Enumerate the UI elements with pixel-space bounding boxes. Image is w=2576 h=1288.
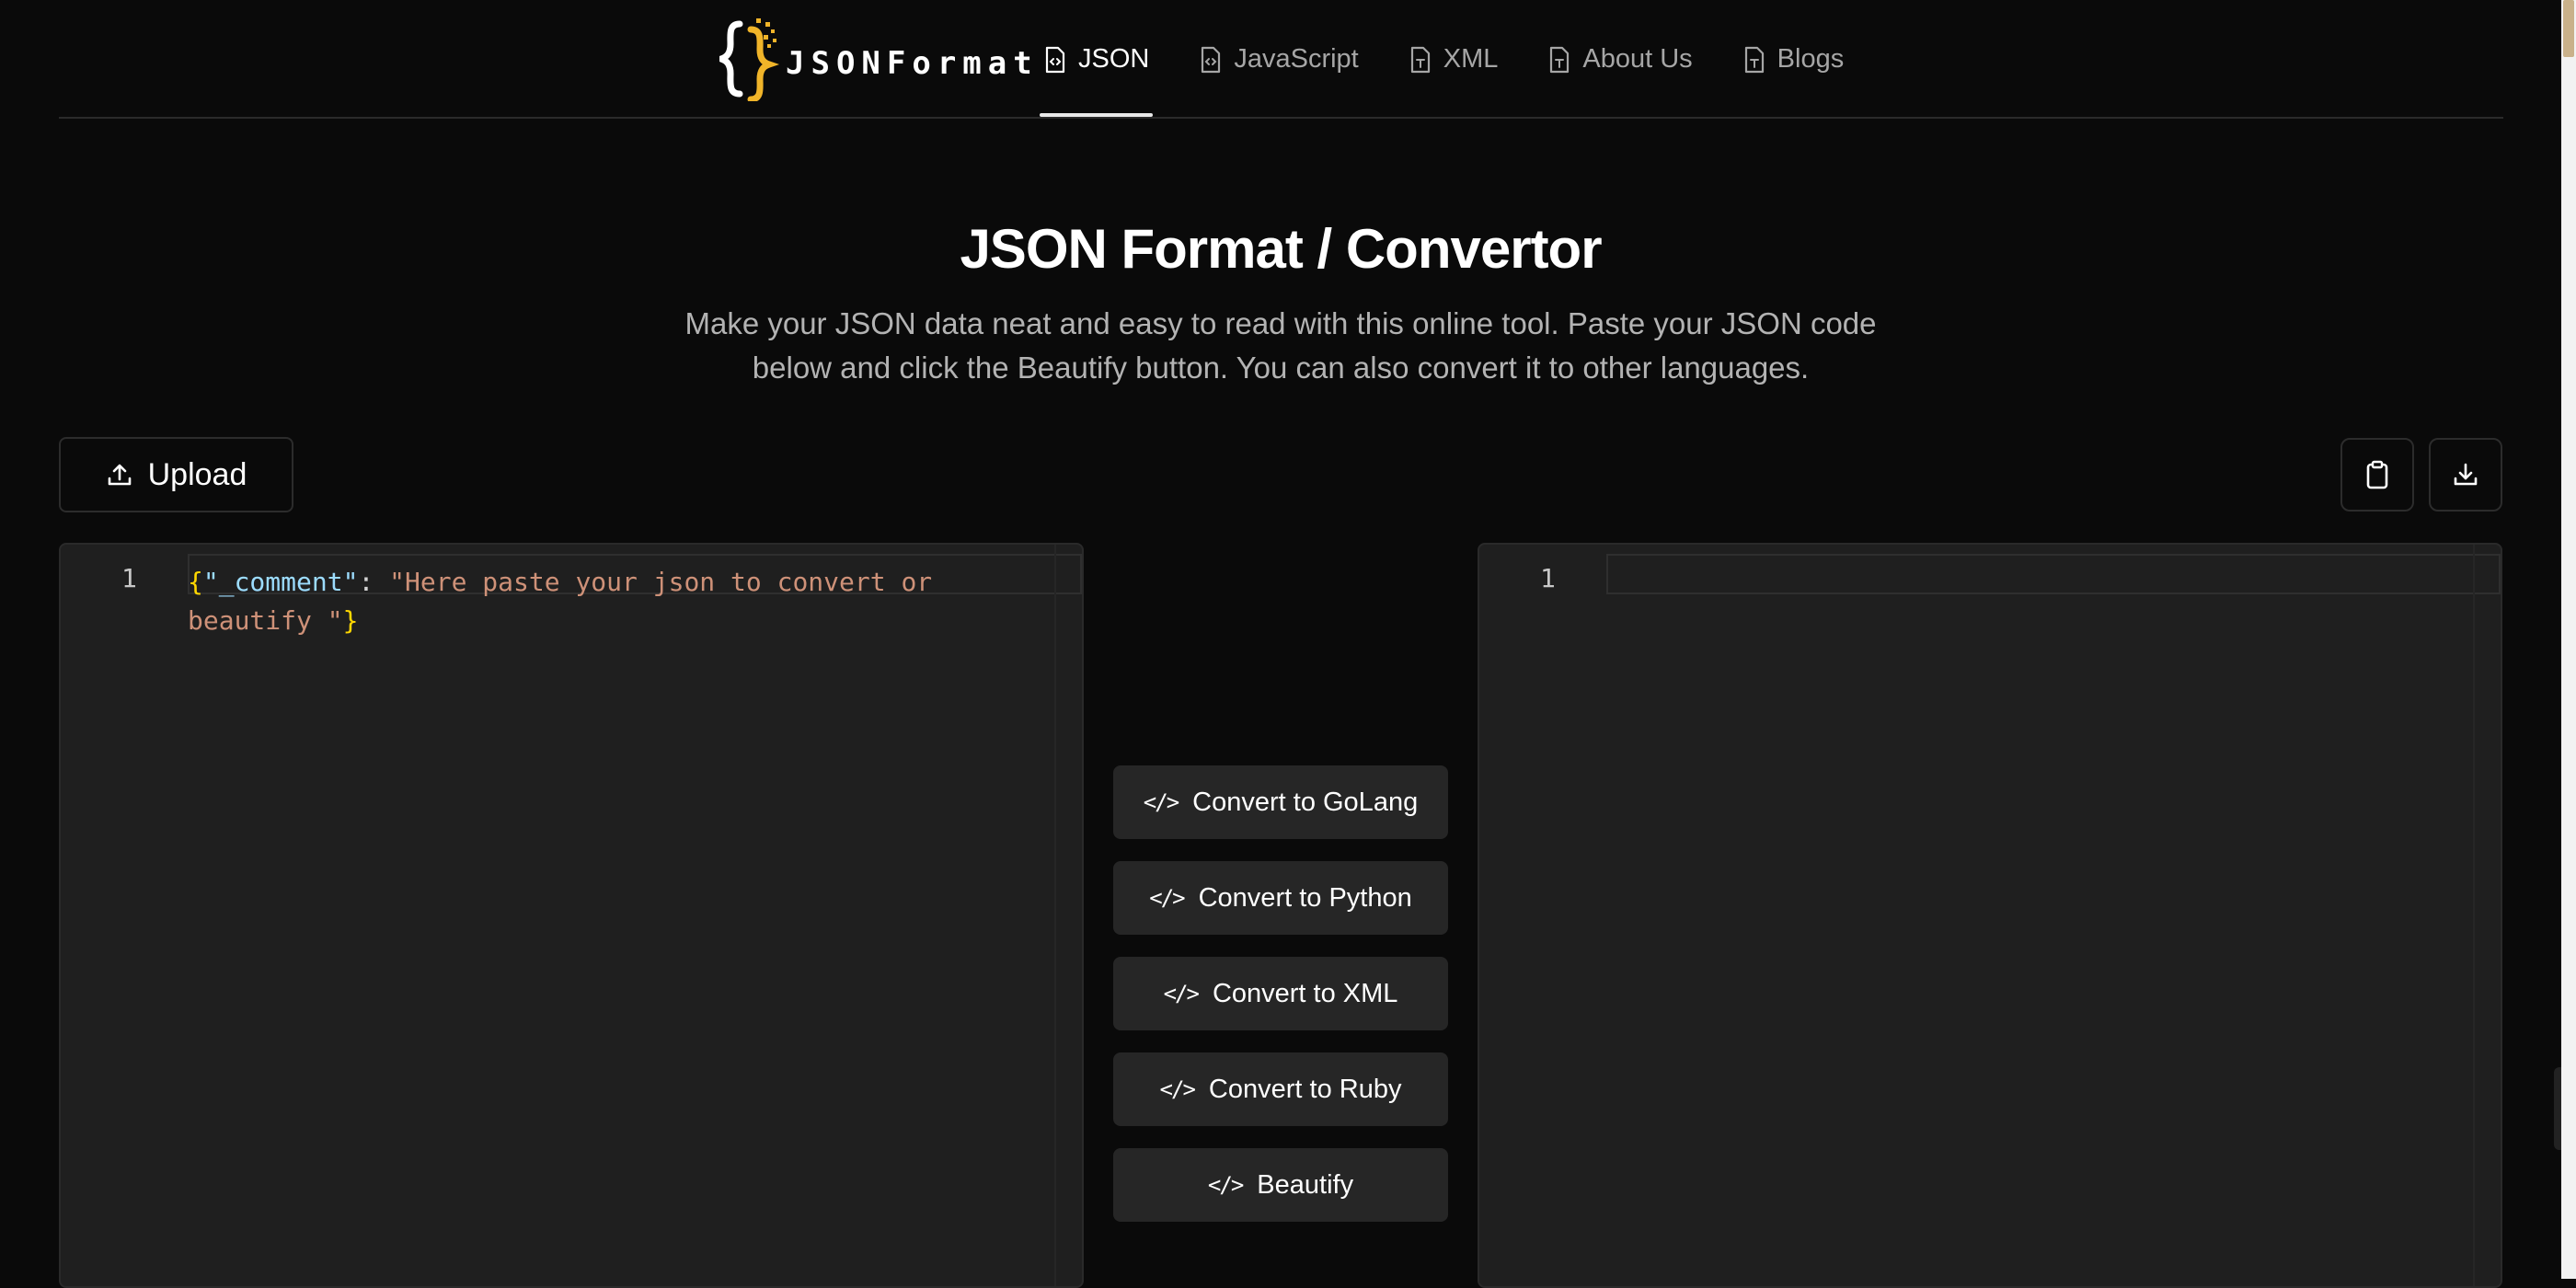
nav-about-us[interactable]: About Us — [1544, 0, 1696, 119]
logo-braces-icon — [719, 18, 780, 101]
code-open-brace: { — [188, 567, 203, 597]
input-editor[interactable]: 1 {"_comment": "Here paste your json to … — [59, 543, 1084, 1288]
button-label: Convert to Python — [1198, 882, 1412, 913]
page-scrollbar[interactable] — [2561, 0, 2576, 1279]
nav-json[interactable]: JSON — [1040, 0, 1154, 119]
download-icon — [2454, 463, 2478, 486]
file-text-icon — [1744, 46, 1764, 73]
code-icon: </> — [1159, 1076, 1196, 1102]
upload-label: Upload — [147, 456, 247, 492]
code-colon: : — [358, 567, 390, 597]
code-icon: </> — [1149, 885, 1185, 911]
convert-python-button[interactable]: </> Convert to Python — [1113, 861, 1448, 935]
nav-blogs[interactable]: Blogs — [1739, 0, 1848, 119]
line-number: 1 — [121, 563, 137, 593]
site-header: JSONFormat JSON JavaScript XML About Us … — [59, 0, 2503, 119]
input-code[interactable]: {"_comment": "Here paste your json to co… — [188, 563, 1016, 640]
nav-label: Blogs — [1777, 44, 1845, 74]
site-logo[interactable]: JSONFormat — [719, 17, 1039, 101]
beautify-button[interactable]: </> Beautify — [1113, 1148, 1448, 1222]
code-close-brace: } — [342, 605, 359, 636]
nav-xml[interactable]: XML — [1405, 0, 1502, 119]
nav-javascript[interactable]: JavaScript — [1195, 0, 1362, 119]
clipboard-icon — [2366, 460, 2388, 489]
nav-label: JavaScript — [1234, 44, 1359, 74]
file-icon — [1550, 46, 1570, 73]
editor-scrollbar[interactable] — [2473, 545, 2501, 1286]
download-button[interactable] — [2429, 438, 2502, 512]
copy-button[interactable] — [2340, 438, 2414, 512]
convert-golang-button[interactable]: </> Convert to GoLang — [1113, 765, 1448, 839]
convert-ruby-button[interactable]: </> Convert to Ruby — [1113, 1052, 1448, 1126]
button-label: Beautify — [1257, 1169, 1354, 1200]
code-icon: </> — [1207, 1172, 1244, 1198]
code-key: "_comment" — [202, 567, 359, 597]
nav-label: JSON — [1078, 44, 1150, 74]
button-label: Convert to XML — [1212, 978, 1398, 1008]
page-description: Make your JSON data neat and easy to rea… — [684, 306, 1877, 385]
upload-button[interactable]: Upload — [59, 437, 293, 512]
output-editor[interactable]: 1 — [1478, 543, 2502, 1288]
button-label: Convert to GoLang — [1192, 787, 1419, 817]
editor-scrollbar[interactable] — [1054, 545, 1082, 1286]
convert-xml-button[interactable]: </> Convert to XML — [1113, 957, 1448, 1030]
page-scrollbar-thumb[interactable] — [2563, 0, 2574, 57]
side-panel-tab[interactable] — [2554, 1067, 2561, 1150]
code-icon: </> — [1163, 981, 1200, 1006]
nav-label: XML — [1443, 44, 1499, 74]
code-icon: </> — [1143, 789, 1179, 815]
line-number: 1 — [1540, 563, 1556, 593]
logo-text: JSONFormat — [786, 45, 1039, 82]
page-title: JSON Format / Convertor — [960, 218, 1602, 280]
main-nav: JSON JavaScript XML About Us Blogs — [1040, 0, 1890, 119]
file-code-icon — [1045, 46, 1065, 73]
active-line-highlight — [1606, 554, 2501, 594]
file-code-icon — [1202, 46, 1221, 73]
upload-icon — [108, 464, 131, 486]
nav-label: About Us — [1582, 44, 1693, 74]
convert-actions: </> Convert to GoLang </> Convert to Pyt… — [1113, 765, 1448, 1244]
file-text-icon — [1410, 46, 1430, 73]
button-label: Convert to Ruby — [1208, 1074, 1402, 1104]
